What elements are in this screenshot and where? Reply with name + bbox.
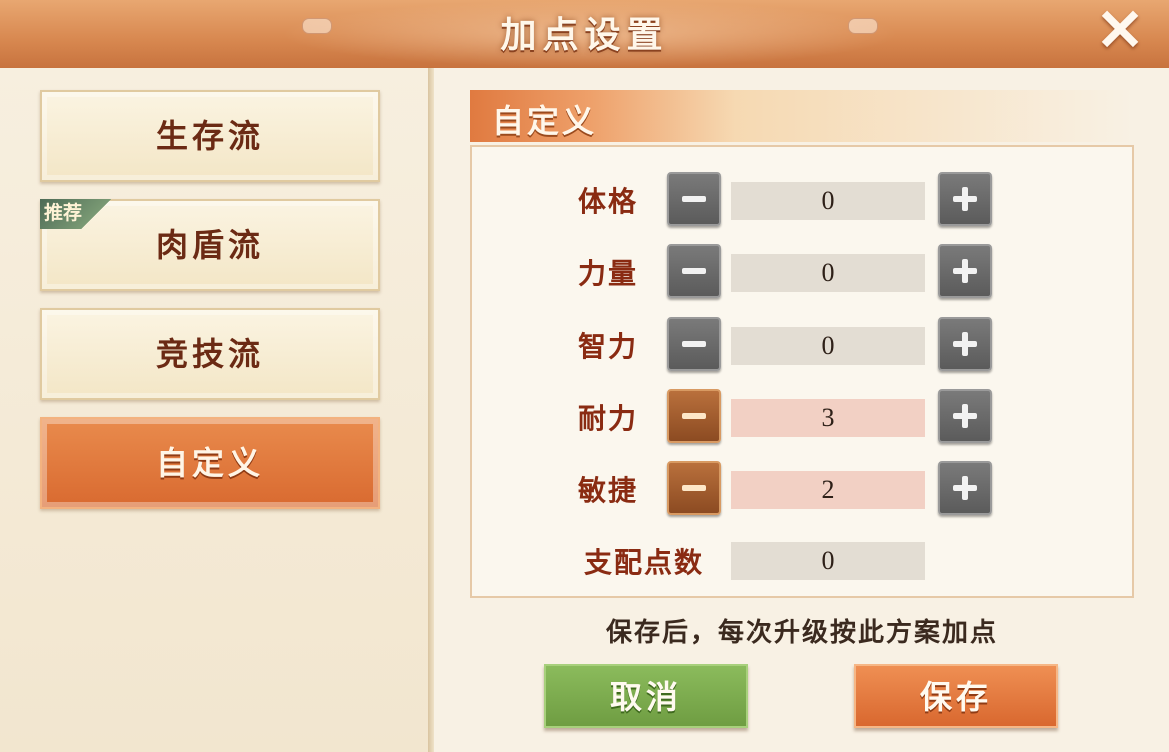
recommended-badge: 推荐 (40, 199, 112, 229)
stat-label-intellect: 智力 (577, 330, 638, 363)
stat-value-strength: 0 (731, 254, 925, 292)
plan-button-custom[interactable]: 自定义 (40, 417, 380, 509)
decrease-button-agility[interactable] (667, 461, 721, 515)
stat-value-constitution: 0 (731, 182, 925, 220)
decrease-button-strength[interactable] (667, 244, 721, 298)
stat-value-intellect: 0 (731, 327, 925, 365)
stat-label-strength: 力量 (577, 257, 638, 290)
stat-label-agility: 敏捷 (577, 474, 638, 507)
stat-value-agility: 2 (731, 471, 925, 509)
decrease-button-constitution[interactable] (667, 172, 721, 226)
plan-button-survival[interactable]: 生存流 (40, 90, 380, 182)
minus-icon (682, 196, 706, 202)
increase-button-constitution[interactable] (938, 172, 992, 226)
plan-label: 自定义 (155, 444, 264, 482)
increase-button-endurance[interactable] (938, 389, 992, 443)
minus-icon (682, 341, 706, 347)
section-title: 自定义 (492, 102, 598, 140)
section-header: 自定义 (470, 90, 1134, 142)
decrease-button-endurance[interactable] (667, 389, 721, 443)
title-bar: 加点设置 ✕ (0, 0, 1169, 68)
remaining-points-label: 支配点数 (583, 546, 704, 579)
plan-label: 生存流 (155, 117, 264, 155)
stat-label-endurance: 耐力 (577, 402, 638, 435)
page-title: 加点设置 (500, 14, 669, 56)
cancel-button-label: 取消 (609, 678, 682, 716)
save-hint-text: 保存后，每次升级按此方案加点 (605, 618, 998, 648)
plan-label: 竞技流 (155, 335, 264, 373)
save-button[interactable]: 保存 (854, 664, 1058, 728)
increase-button-intellect[interactable] (938, 317, 992, 371)
minus-icon (682, 485, 706, 491)
decrease-button-intellect[interactable] (667, 317, 721, 371)
plan-button-arena[interactable]: 竞技流 (40, 308, 380, 400)
remaining-points-value: 0 (731, 542, 925, 580)
plan-button-tank[interactable]: 推荐 肉盾流 (40, 199, 380, 291)
minus-icon (682, 268, 706, 274)
stat-label-constitution: 体格 (577, 185, 638, 218)
stat-value-endurance: 3 (731, 399, 925, 437)
minus-icon (682, 413, 706, 419)
save-button-label: 保存 (919, 678, 992, 716)
increase-button-strength[interactable] (938, 244, 992, 298)
cancel-button[interactable]: 取消 (544, 664, 748, 728)
increase-button-agility[interactable] (938, 461, 992, 515)
close-icon[interactable]: ✕ (1091, 1, 1149, 60)
